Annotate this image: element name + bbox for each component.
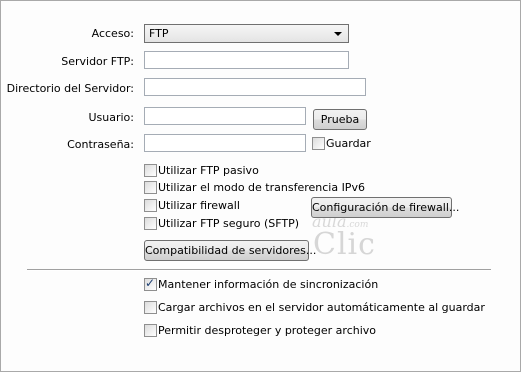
test-button[interactable]: Prueba (313, 109, 367, 130)
passive-ftp-label: Utilizar FTP pasivo (158, 164, 259, 177)
ipv6-label: Utilizar el modo de transferencia IPv6 (158, 181, 365, 194)
server-dir-label: Directorio del Servidor: (6, 82, 134, 95)
server-dir-input[interactable] (144, 78, 366, 96)
keep-sync-info-checkbox[interactable]: ✓ (144, 276, 157, 291)
password-input[interactable] (144, 134, 306, 152)
server-compat-button[interactable]: Compatibilidad de servidores... (144, 240, 316, 261)
save-password-checkbox[interactable] (312, 137, 325, 150)
access-label: Acceso: (91, 27, 134, 40)
checkout-label: Permitir desproteger y proteger archivo (158, 324, 377, 337)
user-input[interactable] (144, 107, 306, 125)
sftp-checkbox[interactable] (144, 217, 157, 230)
firewall-checkbox[interactable] (144, 199, 157, 212)
server-input[interactable] (144, 51, 349, 69)
sftp-label: Utilizar FTP seguro (SFTP) (158, 217, 300, 230)
password-label: Contraseña: (67, 138, 134, 151)
auto-upload-label: Cargar archivos en el servidor automátic… (158, 301, 485, 314)
chevron-down-icon (334, 32, 342, 36)
access-select[interactable]: FTP (144, 24, 349, 43)
auto-upload-checkbox[interactable] (144, 301, 157, 314)
checkmark-icon: ✓ (145, 276, 156, 290)
divider (27, 269, 491, 271)
firewall-label: Utilizar firewall (158, 199, 240, 212)
user-label: Usuario: (88, 111, 134, 124)
server-label: Servidor FTP: (61, 55, 134, 68)
firewall-settings-button[interactable]: Configuración de firewall... (311, 197, 459, 218)
access-select-value: FTP (149, 27, 169, 40)
passive-ftp-checkbox[interactable] (144, 164, 157, 177)
keep-sync-info-label: Mantener información de sincronización (158, 278, 379, 291)
checkout-checkbox[interactable] (144, 324, 157, 337)
save-password-label: Guardar (326, 137, 371, 150)
ipv6-checkbox[interactable] (144, 181, 157, 194)
